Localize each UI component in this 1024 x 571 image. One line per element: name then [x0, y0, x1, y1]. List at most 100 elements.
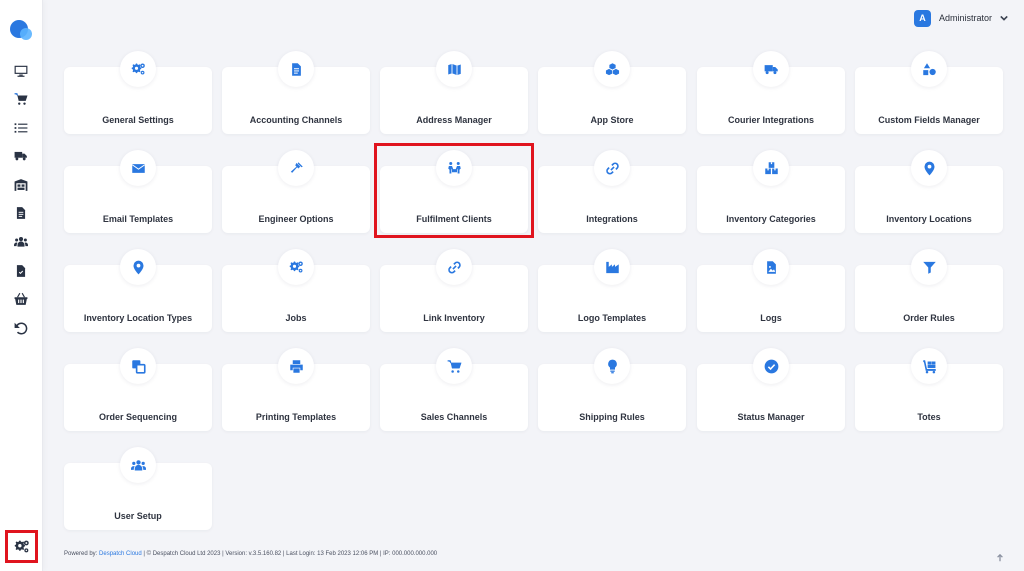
sidebar-item-list[interactable] — [11, 118, 31, 138]
sidebar-item-returns[interactable] — [11, 318, 31, 338]
card-label: Inventory Categories — [726, 214, 816, 224]
card-label: Order Rules — [903, 313, 955, 323]
user-name: Administrator — [938, 13, 992, 23]
sidebar-item-invoices[interactable] — [11, 261, 31, 281]
card-logs[interactable]: Logs — [697, 249, 845, 332]
card-fulfilment-clients[interactable]: Fulfilment Clients — [380, 150, 528, 233]
cogs-icon — [131, 62, 146, 77]
sidebar-item-documents[interactable] — [11, 203, 31, 223]
card-label: Email Templates — [102, 214, 174, 224]
undo-icon — [14, 321, 28, 335]
card-label: Address Manager — [416, 115, 492, 125]
card-logo-templates[interactable]: Logo Templates — [538, 249, 686, 332]
truck-icon — [764, 62, 779, 77]
filter-icon — [922, 260, 937, 275]
scroll-top-button[interactable] — [996, 549, 1006, 562]
sidebar-item-dashboard[interactable] — [11, 61, 31, 81]
card-email-templates[interactable]: Email Templates — [64, 150, 212, 233]
card-label: Accounting Channels — [249, 115, 343, 125]
check-circle-icon — [764, 359, 779, 374]
card-user-setup[interactable]: User Setup — [64, 447, 212, 530]
footer-powered-by: Powered by: — [64, 551, 100, 557]
card-engineer-options[interactable]: Engineer Options — [222, 150, 370, 233]
people-carry-icon — [447, 161, 462, 176]
card-label: Fulfilment Clients — [416, 214, 492, 224]
cart-icon — [14, 92, 28, 106]
arrow-up-icon — [997, 553, 1003, 562]
sidebar-item-shipping[interactable] — [11, 146, 31, 166]
card-integrations[interactable]: Integrations — [538, 150, 686, 233]
app-logo[interactable] — [10, 20, 34, 42]
document-icon — [289, 62, 304, 77]
invoice-icon — [14, 264, 28, 278]
clone-icon — [131, 359, 146, 374]
truck-icon — [14, 149, 28, 163]
card-general-settings[interactable]: General Settings — [64, 51, 212, 134]
card-label: Sales Channels — [420, 412, 488, 422]
card-courier-integrations[interactable]: Courier Integrations — [697, 51, 845, 134]
industry-icon — [605, 260, 620, 275]
card-status-manager[interactable]: Status Manager — [697, 348, 845, 431]
card-printing-templates[interactable]: Printing Templates — [222, 348, 370, 431]
avatar: A — [913, 9, 931, 27]
card-label: User Setup — [114, 511, 162, 521]
basket-icon — [14, 292, 28, 306]
card-custom-fields-manager[interactable]: Custom Fields Manager — [855, 51, 1003, 134]
users-icon — [131, 458, 146, 473]
footer-brand-link[interactable]: Despatch Cloud — [99, 551, 142, 557]
lightbulb-icon — [605, 359, 620, 374]
document-icon — [14, 206, 28, 220]
sidebar-item-orders[interactable] — [11, 89, 31, 109]
card-sales-channels[interactable]: Sales Channels — [380, 348, 528, 431]
footer-info: | © Despatch Cloud Ltd 2023 | Version: v… — [141, 551, 438, 557]
card-label: Logo Templates — [577, 313, 647, 323]
card-label: Courier Integrations — [727, 115, 814, 125]
cogs-icon — [14, 539, 30, 555]
card-inventory-categories[interactable]: Inventory Categories — [697, 150, 845, 233]
link-icon — [605, 161, 620, 176]
printer-icon — [289, 359, 304, 374]
card-label: Custom Fields Manager — [878, 115, 980, 125]
dolly-icon — [922, 359, 937, 374]
sidebar-item-customers[interactable] — [11, 232, 31, 252]
card-inventory-locations[interactable]: Inventory Locations — [855, 150, 1003, 233]
envelope-icon — [131, 161, 146, 176]
warehouse-icon — [14, 178, 28, 192]
card-label: Logs — [760, 313, 782, 323]
card-app-store[interactable]: App Store — [538, 51, 686, 134]
card-label: Integrations — [586, 214, 638, 224]
sidebar-item-warehouse[interactable] — [11, 175, 31, 195]
sidebar — [0, 0, 43, 571]
card-link-inventory[interactable]: Link Inventory — [380, 249, 528, 332]
card-label: Printing Templates — [255, 412, 337, 422]
card-label: General Settings — [102, 115, 174, 125]
file-image-icon — [764, 260, 779, 275]
card-label: Link Inventory — [423, 313, 485, 323]
card-order-rules[interactable]: Order Rules — [855, 249, 1003, 332]
card-totes[interactable]: Totes — [855, 348, 1003, 431]
list-icon — [14, 121, 28, 135]
card-accounting-channels[interactable]: Accounting Channels — [222, 51, 370, 134]
hammer-icon — [289, 161, 304, 176]
card-label: Status Manager — [737, 412, 805, 422]
map-pin-icon — [922, 161, 937, 176]
monitor-icon — [14, 64, 28, 78]
user-menu[interactable]: A Administrator — [913, 9, 1008, 27]
card-inventory-location-types[interactable]: Inventory Location Types — [64, 249, 212, 332]
chevron-down-icon — [1000, 9, 1008, 27]
cubes-icon — [605, 62, 620, 77]
boxes-icon — [764, 161, 779, 176]
card-label: Engineer Options — [258, 214, 334, 224]
card-label: Totes — [917, 412, 941, 422]
card-address-manager[interactable]: Address Manager — [380, 51, 528, 134]
sidebar-item-settings[interactable] — [5, 530, 38, 563]
link-icon — [447, 260, 462, 275]
card-order-sequencing[interactable]: Order Sequencing — [64, 348, 212, 431]
card-shipping-rules[interactable]: Shipping Rules — [538, 348, 686, 431]
sidebar-item-basket[interactable] — [11, 289, 31, 309]
card-label: Inventory Location Types — [83, 313, 193, 323]
card-label: Order Sequencing — [98, 412, 178, 422]
card-jobs[interactable]: Jobs — [222, 249, 370, 332]
cart-icon — [447, 359, 462, 374]
card-label: Jobs — [285, 313, 307, 323]
